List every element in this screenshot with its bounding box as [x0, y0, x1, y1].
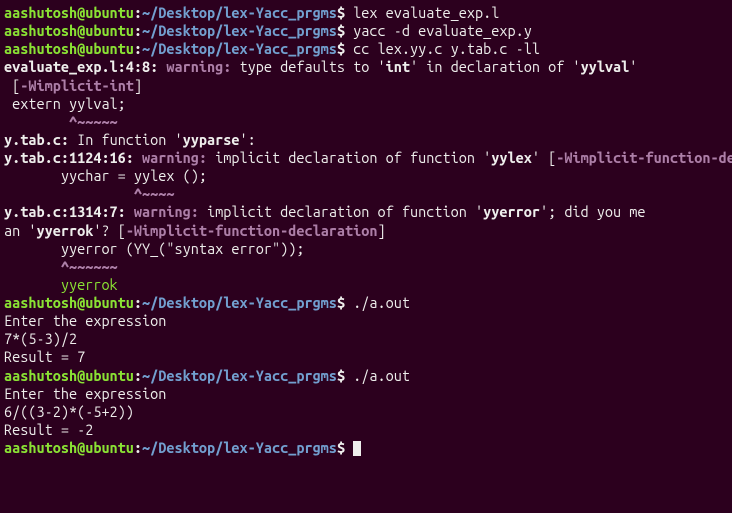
prompt-line-run1[interactable]: aashutosh@ubuntu:~/Desktop/lex-Yacc_prgm… [4, 294, 728, 312]
prompt-line-1[interactable]: aashutosh@ubuntu:~/Desktop/lex-Yacc_prgm… [4, 4, 728, 22]
compiler-flag: [-Wimplicit-int] [4, 77, 728, 95]
program-prompt: Enter the expression [4, 385, 728, 403]
command: cc lex.yy.c y.tab.c -ll [345, 40, 540, 57]
terminal-output: aashutosh@ubuntu:~/Desktop/lex-Yacc_prgm… [4, 4, 728, 457]
caret-indicator: ^~~~~~~ [4, 258, 728, 276]
program-output: Result = -2 [4, 421, 728, 439]
code-context: yychar = yylex (); [4, 167, 728, 185]
command: lex evaluate_exp.l [345, 4, 499, 21]
compiler-warning: evaluate_exp.l:4:8: warning: type defaul… [4, 58, 728, 76]
prompt-line-active[interactable]: aashutosh@ubuntu:~/Desktop/lex-Yacc_prgm… [4, 439, 728, 457]
cursor [353, 441, 361, 456]
suggestion: yyerrok [4, 276, 728, 294]
code-context: extern yylval; [4, 95, 728, 113]
prompt-line-run2[interactable]: aashutosh@ubuntu:~/Desktop/lex-Yacc_prgm… [4, 367, 728, 385]
compiler-warning: y.tab.c:1314:7: warning: implicit declar… [4, 203, 728, 221]
command: yacc -d evaluate_exp.y [345, 22, 532, 39]
prompt-path: ~/Desktop/lex-Yacc_prgms [142, 4, 337, 21]
program-output: Result = 7 [4, 348, 728, 366]
compiler-warning-cont: an 'yyerrok'? [-Wimplicit-function-decla… [4, 222, 728, 240]
compiler-context: y.tab.c: In function 'yyparse': [4, 131, 728, 149]
compiler-warning: y.tab.c:1124:16: warning: implicit decla… [4, 149, 728, 167]
prompt-line-2[interactable]: aashutosh@ubuntu:~/Desktop/lex-Yacc_prgm… [4, 22, 728, 40]
command: ./a.out [345, 367, 410, 384]
user-input: 7*(5-3)/2 [4, 330, 728, 348]
caret-indicator: ^~~~~ [4, 185, 728, 203]
caret-indicator: ^~~~~~ [4, 113, 728, 131]
code-context: yyerror (YY_("syntax error")); [4, 240, 728, 258]
command: ./a.out [345, 294, 410, 311]
prompt-user: aashutosh@ubuntu [4, 4, 134, 21]
prompt-line-3[interactable]: aashutosh@ubuntu:~/Desktop/lex-Yacc_prgm… [4, 40, 728, 58]
user-input: 6/((3-2)*(-5+2)) [4, 403, 728, 421]
program-prompt: Enter the expression [4, 312, 728, 330]
